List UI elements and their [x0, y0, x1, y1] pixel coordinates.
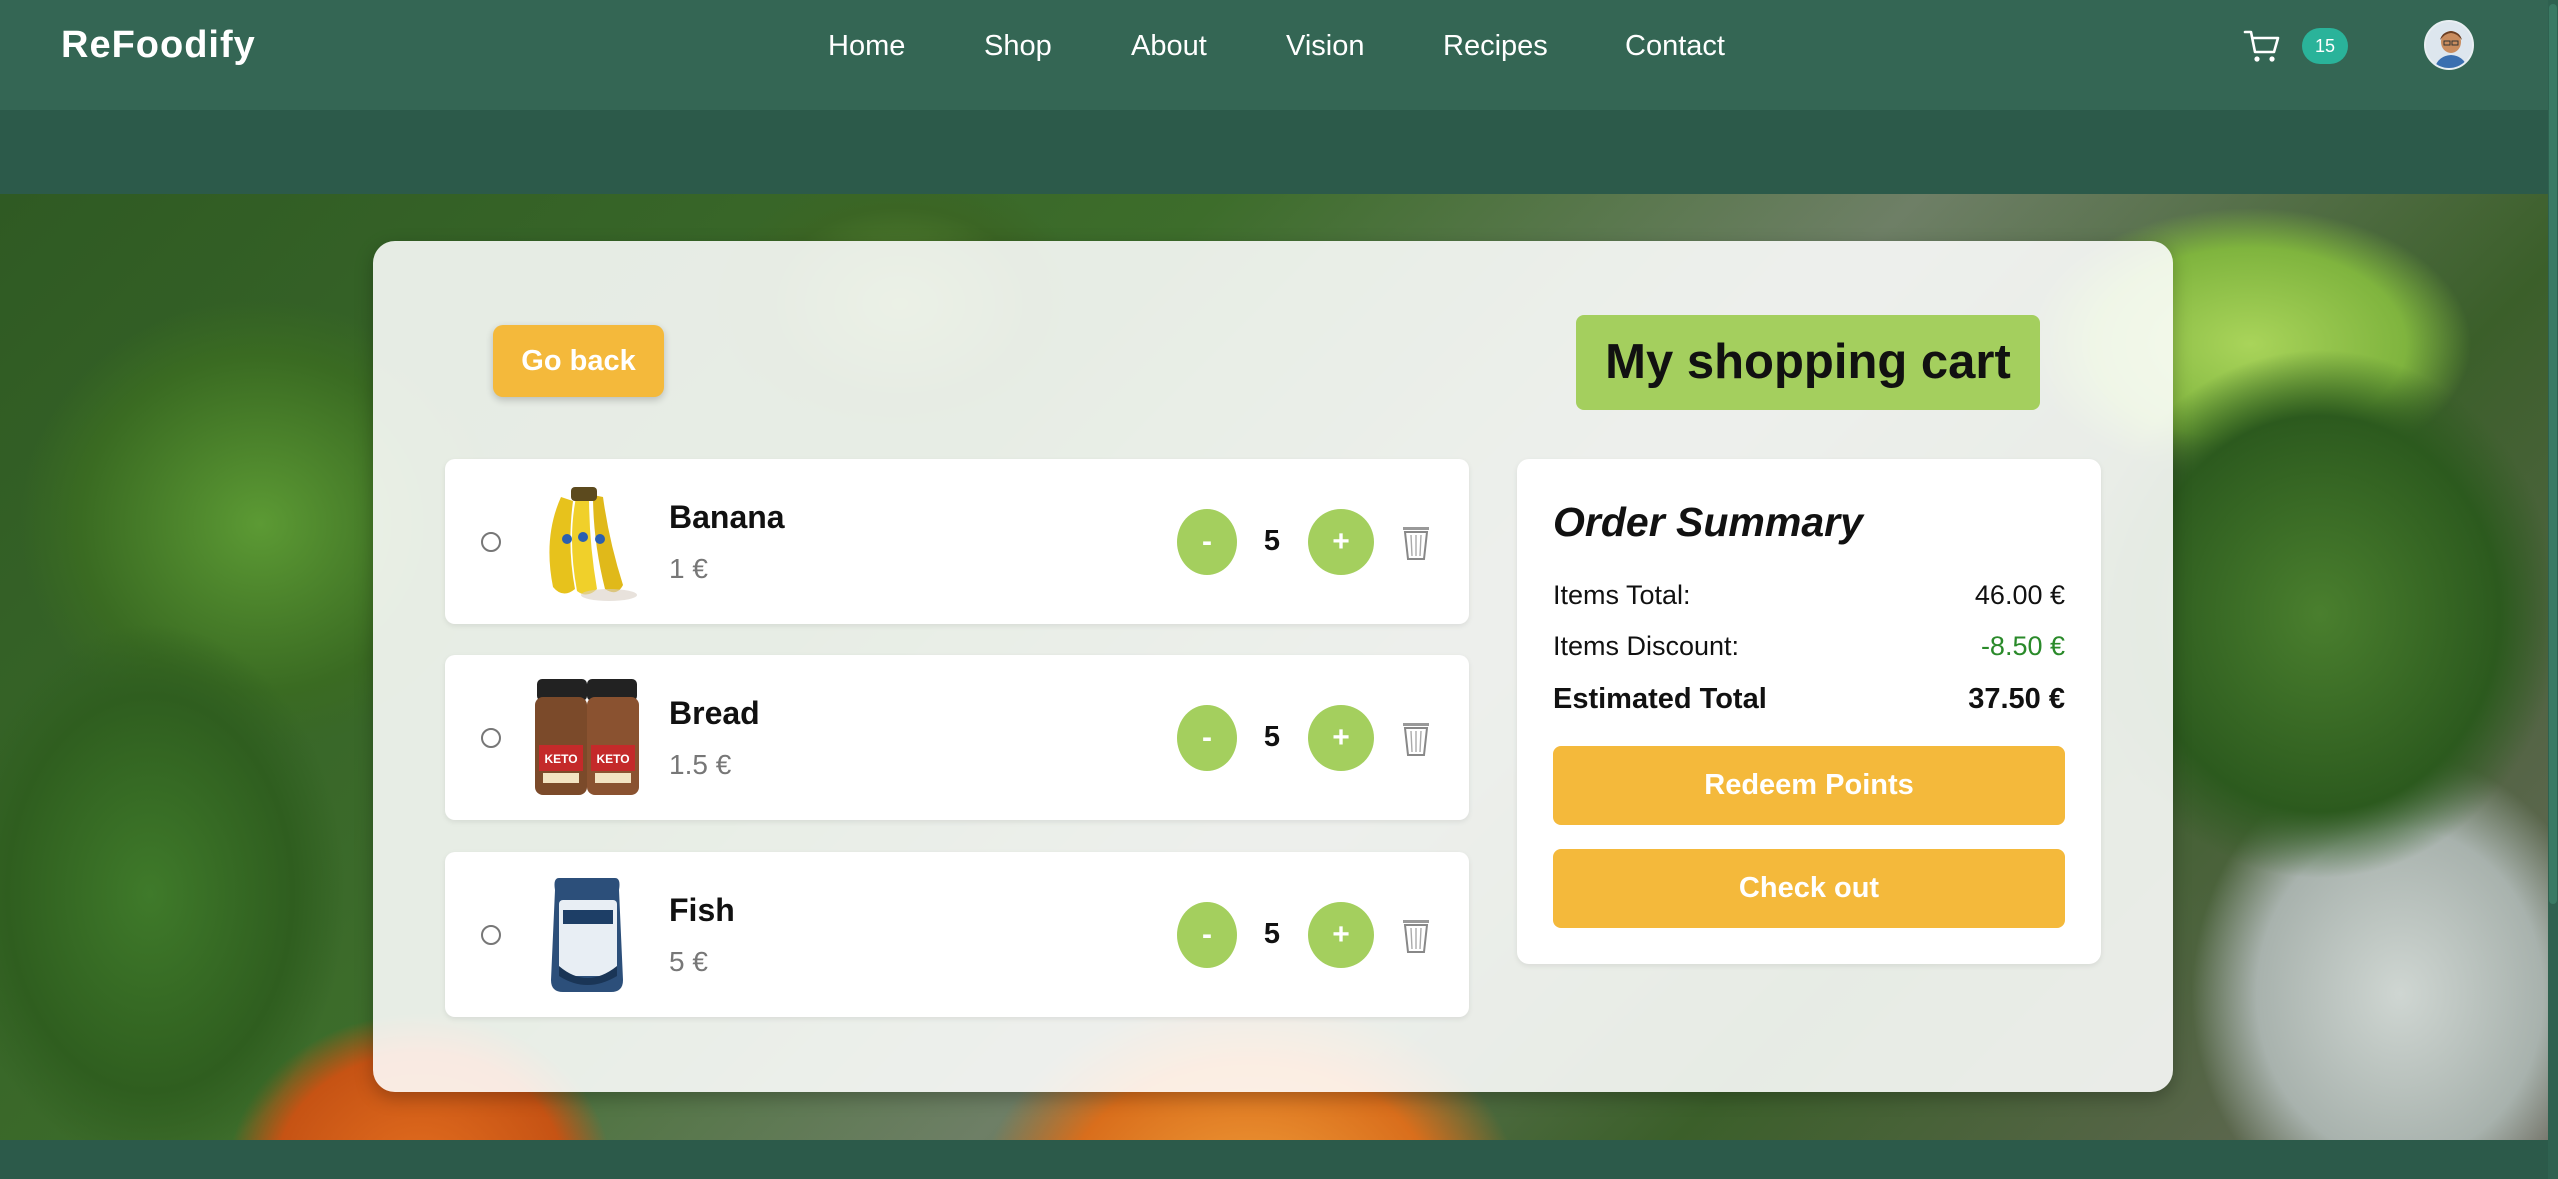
nav-contact[interactable]: Contact	[1625, 30, 1725, 63]
page-title: My shopping cart	[1576, 315, 2040, 410]
cart-item: Fish 5 € - 5 +	[445, 852, 1469, 1017]
svg-text:KETO: KETO	[544, 752, 577, 766]
estimated-total-value: 37.50 €	[1968, 683, 2065, 715]
select-item-radio[interactable]	[481, 532, 501, 552]
order-summary-heading: Order Summary	[1553, 499, 1863, 545]
estimated-total-row: Estimated Total 37.50 €	[1553, 683, 2065, 716]
items-total-row: Items Total: 46.00 €	[1553, 580, 2065, 611]
nav-home[interactable]: Home	[828, 30, 905, 63]
decrease-quantity-button[interactable]: -	[1177, 705, 1237, 771]
item-name: Bread	[669, 695, 760, 731]
footer-bar	[0, 1140, 2548, 1179]
redeem-points-button[interactable]: Redeem Points	[1553, 746, 2065, 825]
items-total-label: Items Total:	[1553, 580, 1691, 610]
banana-image	[549, 487, 637, 601]
increase-quantity-button[interactable]: +	[1308, 705, 1374, 771]
decrease-quantity-button[interactable]: -	[1177, 509, 1237, 575]
fish-image	[551, 878, 623, 992]
item-quantity: 5	[1263, 918, 1281, 950]
item-quantity: 5	[1263, 525, 1281, 557]
select-item-radio[interactable]	[481, 728, 501, 748]
cart-count-badge: 15	[2302, 28, 2348, 64]
trash-icon[interactable]	[1401, 916, 1431, 954]
nav-vision[interactable]: Vision	[1286, 30, 1364, 63]
avatar-icon	[2426, 22, 2472, 68]
svg-text:KETO: KETO	[596, 752, 629, 766]
trash-icon[interactable]	[1401, 523, 1431, 561]
item-price: 5 €	[669, 946, 708, 977]
nav-about[interactable]: About	[1131, 30, 1207, 63]
items-discount-row: Items Discount: -8.50 €	[1553, 631, 2065, 662]
item-quantity: 5	[1263, 721, 1281, 753]
bread-image: KETO KETO	[535, 679, 639, 795]
header-spacer	[0, 110, 2558, 194]
nav-shop[interactable]: Shop	[984, 30, 1052, 63]
increase-quantity-button[interactable]: +	[1308, 902, 1374, 968]
item-name: Fish	[669, 892, 735, 928]
estimated-total-label: Estimated Total	[1553, 683, 1767, 715]
go-back-button[interactable]: Go back	[493, 325, 664, 397]
select-item-radio[interactable]	[481, 925, 501, 945]
cart-item: KETO KETO Bread 1.5 € - 5 +	[445, 655, 1469, 820]
trash-icon[interactable]	[1401, 719, 1431, 757]
item-name: Banana	[669, 499, 785, 535]
avatar[interactable]	[2424, 20, 2474, 70]
item-price: 1 €	[669, 553, 708, 584]
cart-item: Banana 1 € - 5 +	[445, 459, 1469, 624]
increase-quantity-button[interactable]: +	[1308, 509, 1374, 575]
cart-icon[interactable]	[2243, 28, 2281, 64]
check-out-button[interactable]: Check out	[1553, 849, 2065, 928]
decrease-quantity-button[interactable]: -	[1177, 902, 1237, 968]
top-navigation-bar: ReFoodify Home Shop About Vision Recipes…	[0, 0, 2558, 110]
scrollbar-thumb[interactable]	[2549, 4, 2557, 904]
site-logo[interactable]: ReFoodify	[61, 24, 256, 67]
items-discount-value: -8.50 €	[1980, 631, 2065, 661]
order-summary-panel: Order Summary Items Total: 46.00 € Items…	[1517, 459, 2101, 964]
items-total-value: 46.00 €	[1974, 580, 2065, 610]
nav-recipes[interactable]: Recipes	[1443, 30, 1548, 63]
item-price: 1.5 €	[669, 749, 732, 780]
items-discount-label: Items Discount:	[1553, 631, 1740, 661]
